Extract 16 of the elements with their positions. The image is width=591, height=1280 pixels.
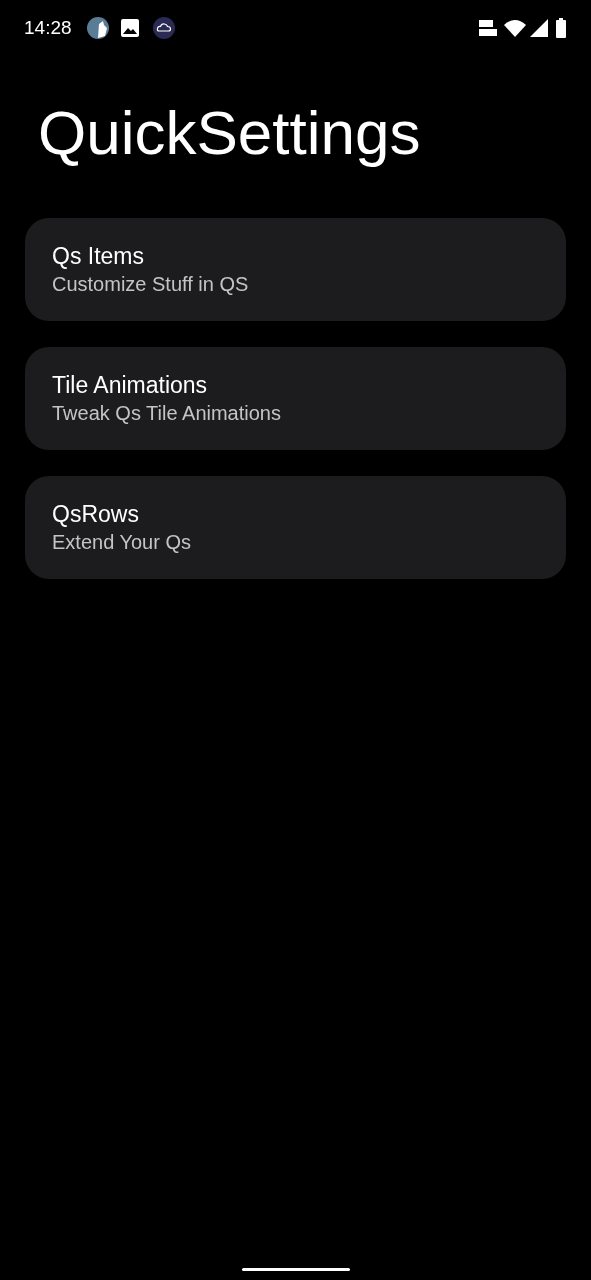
card-subtitle: Customize Stuff in QS	[52, 271, 250, 297]
status-time: 14:28	[24, 15, 72, 40]
settings-card[interactable]: Tile Animations Tweak Qs Tile Animations	[25, 347, 566, 450]
card-title: QsRows	[52, 499, 140, 528]
card-title: Tile Animations	[52, 370, 209, 399]
signal-icon	[529, 18, 549, 38]
wifi-icon	[503, 18, 527, 38]
settings-card[interactable]: QsRows Extend Your Qs	[25, 476, 566, 579]
card-title: Qs Items	[52, 241, 145, 270]
settings-card[interactable]: Qs Items Customize Stuff in QS	[25, 218, 566, 321]
battery-icon	[555, 18, 567, 38]
gesture-bar[interactable]	[241, 1268, 350, 1271]
card-subtitle: Extend Your Qs	[52, 529, 192, 555]
cloud-icon	[151, 16, 176, 40]
image-icon	[119, 18, 140, 38]
card-subtitle: Tweak Qs Tile Animations	[52, 400, 282, 426]
